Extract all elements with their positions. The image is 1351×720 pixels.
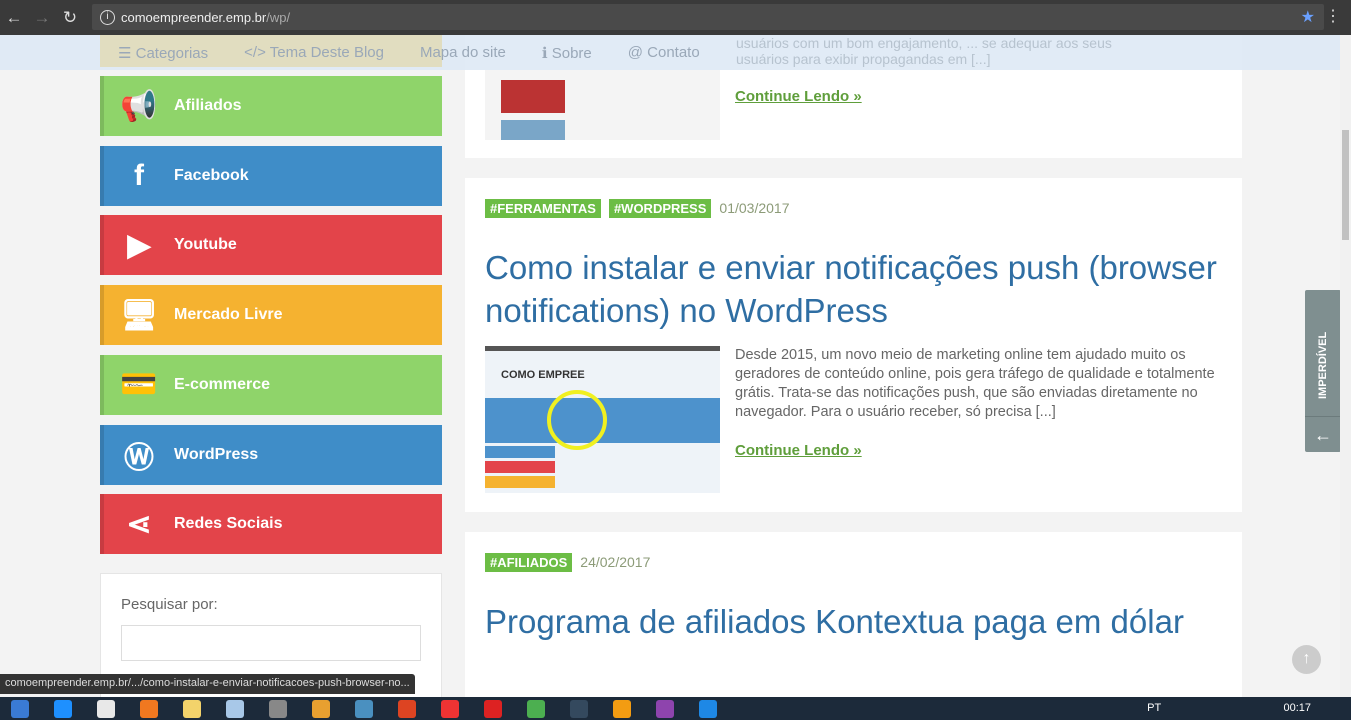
continue-reading-link[interactable]: Continue Lendo » — [735, 442, 862, 459]
post-thumbnail[interactable]: COMO EMPREE — [485, 346, 720, 493]
post-title[interactable]: Programa de afiliados Kontextua paga em … — [485, 600, 1222, 643]
menu-icon[interactable]: ⋮ — [1325, 6, 1341, 26]
monitor-icon: 🖥 — [119, 298, 159, 332]
taskbar-app-icon[interactable] — [387, 697, 427, 720]
sidebar-item-redes-sociais[interactable]: ⋖ Redes Sociais — [100, 494, 442, 555]
arrow-left-icon[interactable]: ← — [1305, 416, 1341, 452]
url-host: comoempreender.emp.br — [121, 9, 267, 25]
sidebar-item-label: Facebook — [174, 166, 249, 184]
nav-mapa[interactable]: Mapa do site — [420, 44, 506, 61]
nav-tema[interactable]: </> Tema Deste Blog — [244, 44, 384, 61]
sidebar-item-mercado-livre[interactable]: 🖥 Mercado Livre — [100, 285, 442, 346]
address-bar[interactable]: i comoempreender.emp.br/wp/ — [92, 4, 1324, 30]
nav-contato[interactable]: @ Contato — [628, 44, 700, 61]
youtube-icon: ▶ — [127, 228, 151, 262]
imperdivel-tab[interactable]: IMPERDÍVEL ← — [1305, 290, 1341, 452]
taskbar: PT 00:17 — [0, 697, 1351, 720]
back-icon[interactable]: ← — [0, 8, 28, 28]
search-label: Pesquisar por: — [121, 596, 218, 613]
forward-icon[interactable]: → — [28, 8, 56, 28]
taskbar-app-icon[interactable] — [645, 697, 685, 720]
taskbar-app-icon[interactable] — [129, 697, 169, 720]
post-date: 01/03/2017 — [719, 200, 790, 216]
browser-toolbar: ← → ↻ i comoempreender.emp.br/wp/ ★ ⋮ — [0, 0, 1351, 35]
taskbar-app-icon[interactable] — [258, 697, 298, 720]
taskbar-app-icon[interactable] — [344, 697, 384, 720]
sidebar-item-afiliados[interactable]: 📢 Afiliados — [100, 76, 442, 136]
share-icon: ⋖ — [126, 507, 152, 541]
megaphone-icon: 📢 — [120, 89, 158, 123]
sidebar-item-e-commerce[interactable]: 💳 E-commerce — [100, 354, 442, 415]
sidebar-item-label: E-commerce — [174, 375, 271, 393]
sidebar-item-label: Redes Sociais — [174, 515, 283, 533]
url-path: /wp/ — [266, 9, 291, 25]
sidebar-item-facebook[interactable]: f Facebook — [100, 145, 442, 206]
post-thumbnail[interactable] — [485, 70, 720, 140]
facebook-icon: f — [134, 158, 144, 192]
post-date: 24/02/2017 — [580, 554, 651, 570]
post-excerpt: Desde 2015, um novo meio de marketing on… — [735, 347, 1215, 420]
status-url: comoempreender.emp.br/.../como-instalar-… — [0, 674, 415, 694]
taskbar-app-icon[interactable] — [688, 697, 728, 720]
nav-sobre[interactable]: ℹ Sobre — [542, 44, 592, 62]
sidebar-item-label: WordPress — [174, 445, 259, 463]
taskbar-app-icon[interactable] — [215, 697, 255, 720]
search-input[interactable] — [121, 625, 421, 661]
taskbar-app-icon[interactable] — [602, 697, 642, 720]
sidebar-item-wordpress[interactable]: Ⓦ WordPress — [100, 424, 442, 485]
tag[interactable]: #AFILIADOS — [485, 553, 573, 572]
nav-categorias[interactable]: ☰ Categorias — [118, 44, 208, 62]
reload-icon[interactable]: ↻ — [56, 8, 84, 28]
info-icon[interactable]: i — [100, 9, 115, 25]
sidebar-item-youtube[interactable]: ▶ Youtube — [100, 215, 442, 276]
system-tray: PT 00:17 — [1147, 702, 1311, 714]
post-card: #AFILIADOS 24/02/2017 Programa de afiliad… — [465, 532, 1242, 702]
sidebar-item-label: Mercado Livre — [174, 306, 283, 324]
clock: 00:17 — [1283, 702, 1311, 714]
tag[interactable]: #WORDPRESS — [608, 199, 712, 218]
taskbar-app-icon[interactable] — [473, 697, 513, 720]
sidebar-item-label: Afiliados — [174, 97, 242, 114]
taskbar-app-icon[interactable] — [86, 697, 126, 720]
tag[interactable]: #FERRAMENTAS — [485, 199, 601, 218]
site-nav: ☰ Categorias </> Tema Deste Blog Mapa do… — [0, 35, 1340, 70]
taskbar-app-icon[interactable] — [559, 697, 599, 720]
sidebar-item-label: Youtube — [174, 236, 237, 254]
taskbar-app-icon[interactable] — [43, 697, 83, 720]
bookmark-star-icon[interactable]: ★ — [1301, 7, 1315, 27]
scrollbar[interactable] — [1340, 35, 1351, 697]
wordpress-icon: Ⓦ — [124, 441, 154, 475]
taskbar-app-icon[interactable] — [430, 697, 470, 720]
post-card: #FERRAMENTAS #WORDPRESS 01/03/2017 Como in… — [465, 178, 1242, 512]
post-title[interactable]: Como instalar e enviar notificações push… — [485, 246, 1222, 332]
continue-reading-link[interactable]: Continue Lendo » — [735, 88, 862, 105]
taskbar-app-icon[interactable] — [301, 697, 341, 720]
faded-text: usuários com um bom engajamento, ... se … — [736, 35, 1112, 67]
taskbar-app-icon[interactable] — [0, 697, 40, 720]
cursor-highlight — [547, 390, 607, 450]
taskbar-app-icon[interactable] — [172, 697, 212, 720]
taskbar-app-icon[interactable] — [516, 697, 556, 720]
credit-card-icon: 💳 — [120, 368, 158, 402]
scroll-to-top-button[interactable]: ↑ — [1292, 645, 1321, 674]
